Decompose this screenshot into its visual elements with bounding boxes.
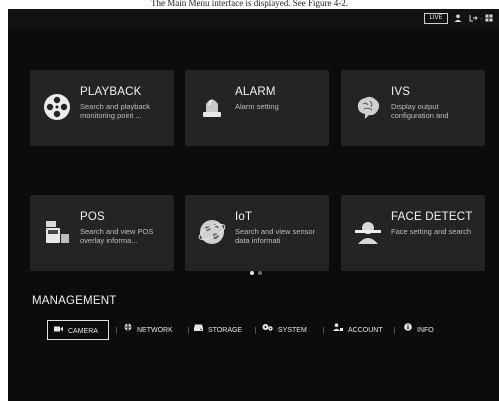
network-icon bbox=[124, 320, 132, 340]
top-bar: LIVE · bbox=[8, 9, 499, 28]
pos-terminal-icon bbox=[46, 221, 69, 243]
management-storage[interactable]: STORAGE bbox=[194, 320, 242, 340]
divider bbox=[394, 327, 395, 334]
divider bbox=[323, 327, 324, 334]
management-info[interactable]: INFO bbox=[404, 320, 434, 340]
tile-description: Alarm setting bbox=[235, 102, 279, 111]
page-caption: The Main Menu interface is displayed. Se… bbox=[151, 0, 348, 8]
management-label: STORAGE bbox=[208, 326, 243, 334]
live-button[interactable]: LIVE bbox=[424, 13, 448, 24]
gears-icon bbox=[262, 320, 273, 340]
management-title: MANAGEMENT bbox=[32, 295, 117, 307]
tile-iot[interactable]: IoT Search and view sensor data informat… bbox=[185, 195, 329, 271]
divider bbox=[255, 327, 256, 334]
brain-icon bbox=[357, 96, 380, 119]
tile-description: Search and view sensor data informati bbox=[235, 227, 316, 245]
management-system[interactable]: SYSTEM bbox=[262, 320, 307, 340]
user-icon[interactable] bbox=[454, 14, 462, 24]
tile-description: Search and view POS overlay informa... bbox=[80, 227, 154, 245]
grid-icon[interactable] bbox=[485, 14, 493, 24]
tile-title: FACE DETECT bbox=[391, 211, 473, 223]
globe-icon bbox=[198, 220, 226, 244]
logout-icon[interactable] bbox=[469, 14, 478, 24]
tile-title: IVS bbox=[391, 86, 411, 98]
tile-description: Face setting and search bbox=[391, 227, 472, 236]
camera-icon bbox=[54, 321, 63, 341]
divider bbox=[116, 327, 117, 334]
tile-title: PLAYBACK bbox=[80, 86, 142, 98]
account-icon bbox=[333, 320, 343, 340]
film-reel-icon bbox=[44, 94, 70, 120]
tile-playback[interactable]: PLAYBACK Search and playback monitoring … bbox=[30, 70, 174, 146]
alarm-beacon-icon bbox=[203, 99, 221, 117]
divider-dot: · bbox=[480, 14, 483, 23]
tile-pos[interactable]: POS Search and view POS overlay informa.… bbox=[30, 195, 174, 271]
info-icon bbox=[404, 320, 412, 340]
pager-dot[interactable] bbox=[258, 271, 262, 275]
tile-description: Search and playback monitoring point ... bbox=[80, 102, 151, 120]
management-label: ACCOUNT bbox=[348, 326, 383, 334]
tile-alarm[interactable]: ALARM Alarm setting bbox=[185, 70, 329, 146]
tile-face-detect[interactable]: FACE DETECT Face setting and search bbox=[341, 195, 485, 271]
management-network[interactable]: NETWORK bbox=[124, 320, 173, 340]
management-label: INFO bbox=[417, 326, 434, 334]
storage-icon bbox=[194, 320, 203, 340]
tile-description: Display output configuration and bbox=[391, 102, 449, 120]
tile-title: POS bbox=[80, 211, 105, 223]
management-label: SYSTEM bbox=[278, 326, 307, 334]
pager-dot-active[interactable] bbox=[250, 271, 254, 275]
tile-title: IoT bbox=[235, 211, 253, 223]
face-detect-icon bbox=[355, 222, 381, 244]
tile-ivs[interactable]: IVS Display output configuration and bbox=[341, 70, 485, 146]
tile-title: ALARM bbox=[235, 86, 276, 98]
divider bbox=[188, 327, 189, 334]
management-account[interactable]: ACCOUNT bbox=[333, 320, 383, 340]
management-label: CAMERA bbox=[68, 327, 98, 335]
management-camera[interactable]: CAMERA bbox=[47, 320, 109, 340]
management-label: NETWORK bbox=[137, 326, 173, 334]
main-menu-screen: LIVE · PLAYBACK Search and playback moni… bbox=[8, 9, 499, 401]
